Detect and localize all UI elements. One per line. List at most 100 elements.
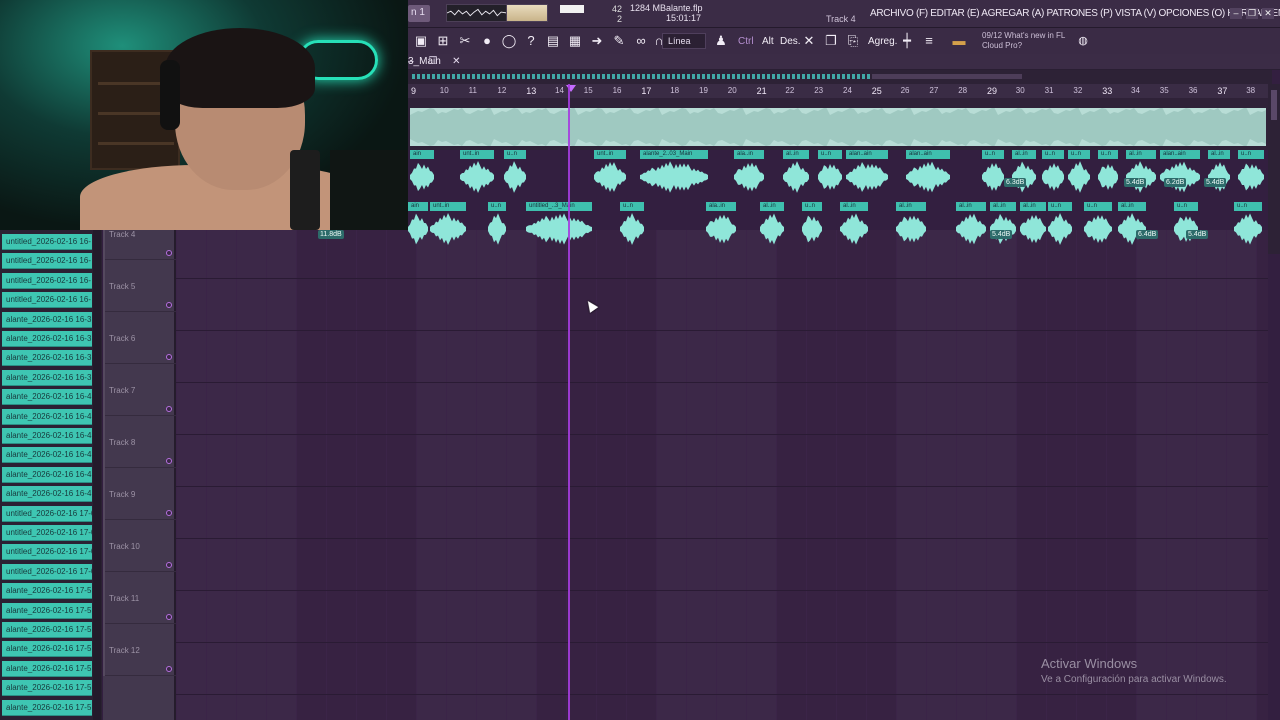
globe-icon[interactable]: ◍ (1074, 32, 1092, 50)
news-panel[interactable]: 09/12 What's new in FL Cloud Pro? (982, 31, 1065, 51)
clip-label[interactable]: alan..ain (1160, 150, 1200, 159)
clip-label[interactable]: unt..in (430, 202, 466, 211)
close-button[interactable]: ✕ (1262, 8, 1274, 19)
audio-clip[interactable]: u..n (818, 150, 842, 196)
clip-label[interactable]: unt..in (594, 150, 626, 159)
clip-label[interactable]: u..n (1174, 202, 1198, 211)
browser-item[interactable]: alante_2026-02-16 16-4 (2, 466, 92, 483)
browser-item[interactable]: untitled_2026-02-16 16- (2, 253, 92, 270)
clip-label[interactable]: al..in (896, 202, 926, 211)
clip-label[interactable]: alante_2..03_Main (640, 150, 708, 159)
browser-item[interactable]: untitled_2026-02-16 17-0 (2, 563, 92, 580)
audio-clip[interactable]: u..n (1234, 202, 1262, 248)
keyboard-icon[interactable]: ▦ (566, 32, 584, 50)
maximize-button[interactable]: ❐ (1246, 8, 1258, 19)
audio-clip[interactable]: u..n (1238, 150, 1264, 196)
pattern-selector[interactable]: n 1 (408, 5, 430, 22)
track-header[interactable]: Track 8 (103, 416, 176, 468)
clip-label[interactable]: u..n (1084, 202, 1112, 211)
audio-clip[interactable]: alan..ain (846, 150, 888, 196)
arrow-icon[interactable]: ➜ (588, 32, 606, 50)
audio-clip[interactable]: al..in (956, 202, 986, 248)
audio-clip[interactable]: u..n (802, 202, 822, 248)
clip-label[interactable]: al..in (840, 202, 868, 211)
audio-clip[interactable]: u..n (1048, 202, 1072, 248)
track-header[interactable]: Track 5 (103, 260, 176, 312)
deselect-button[interactable]: Des. (778, 33, 803, 51)
track-header[interactable]: Track 9 (103, 468, 176, 520)
clip-label[interactable]: u..n (1068, 150, 1090, 159)
audio-clip[interactable]: alante_2..03_Main (640, 150, 708, 196)
audio-clip[interactable]: al..in (760, 202, 784, 248)
audio-clip[interactable]: al..in (896, 202, 926, 248)
minimize-button[interactable]: ‒ (1230, 8, 1242, 19)
audio-clip[interactable]: ain (410, 150, 434, 196)
copy-icon[interactable]: ❐ (822, 32, 840, 50)
track-mute-led-icon[interactable] (166, 510, 172, 516)
track-mute-led-icon[interactable] (166, 354, 172, 360)
clip-label[interactable]: al..in (1208, 150, 1230, 159)
audio-clip[interactable]: al..in (1020, 202, 1046, 248)
track-header[interactable]: Track 7 (103, 364, 176, 416)
clip-label[interactable]: unt..in (460, 150, 494, 159)
audio-clip[interactable]: u..n (1084, 202, 1112, 248)
full-length-audio-clip[interactable] (410, 107, 1266, 147)
clip-label[interactable]: untitled_..3_Main (526, 202, 592, 211)
audio-clip[interactable]: al..in (783, 150, 809, 196)
browser-item[interactable]: alante_2026-02-16 16-3 (2, 369, 92, 386)
browser-item[interactable]: alante_2026-02-16 17-5 (2, 641, 92, 658)
browser-item[interactable]: alante_2026-02-16 16-4 (2, 408, 92, 425)
clip-label[interactable]: al..in (760, 202, 784, 211)
browser-item[interactable]: alante_2026-02-16 17-5 (2, 680, 92, 697)
clip-label[interactable]: u..n (1042, 150, 1064, 159)
link-icon[interactable]: ∞ (632, 32, 650, 50)
clip-label[interactable]: ain (410, 150, 434, 159)
browser-item[interactable]: untitled_2026-02-16 17-0 (2, 544, 92, 561)
paste-icon[interactable]: ⎘ (844, 32, 862, 50)
audio-clip[interactable]: ala..in (734, 150, 764, 196)
cut-icon[interactable]: ✂ (456, 32, 474, 50)
audio-clip[interactable]: u..n (1098, 150, 1118, 196)
clip-label[interactable]: ala..in (706, 202, 736, 211)
browser-item[interactable]: alante_2026-02-16 16-4 (2, 486, 92, 503)
timeline-ruler[interactable]: 9 10 11 12 13 14 15 16 17 18 19 20 21 22 23 24 25 26 27 28 2… (408, 84, 1268, 98)
audio-clip[interactable]: al..in (1126, 150, 1156, 196)
audio-clip[interactable]: al..in (1208, 150, 1230, 196)
track-mute-led-icon[interactable] (166, 250, 172, 256)
clip-label[interactable]: al..in (956, 202, 986, 211)
browser-icon[interactable]: ≡ (920, 32, 938, 50)
track-name[interactable]: Track 10 (109, 542, 140, 551)
audio-clip[interactable]: untitled_..3_Main (526, 202, 592, 248)
track-mute-led-icon[interactable] (166, 406, 172, 412)
browser-item[interactable]: untitled_2026-02-16 16- (2, 292, 92, 309)
delete-icon[interactable]: ✕ (800, 32, 818, 50)
browser-item[interactable]: untitled_2026-02-16 17-0 (2, 525, 92, 541)
clip-label[interactable]: al..in (1126, 150, 1156, 159)
track-mute-led-icon[interactable] (166, 458, 172, 464)
snap-selector[interactable]: Línea (662, 33, 706, 49)
clip-label[interactable]: al..in (1012, 150, 1036, 159)
browser-item[interactable]: alante_2026-02-16 17-5 (2, 699, 92, 716)
audio-clip[interactable]: alan..ain (1160, 150, 1200, 196)
audio-clip[interactable]: al..in (1118, 202, 1146, 248)
browser-item[interactable]: alante_2026-02-16 17-5 (2, 583, 92, 600)
vertical-scroll-thumb[interactable] (1271, 90, 1277, 120)
pattern-icon[interactable]: ⊞ (434, 32, 452, 50)
browser-item[interactable]: untitled_2026-02-16 16- (2, 272, 92, 289)
browser-item[interactable]: alante_2026-02-16 17-5 (2, 622, 92, 638)
mixer-icon[interactable]: ┿ (898, 32, 916, 50)
clip-label[interactable]: alan..ain (846, 150, 888, 159)
browser-item[interactable]: alante_2026-02-16 16-4 (2, 447, 92, 464)
track-mute-led-icon[interactable] (166, 614, 172, 620)
clip-label[interactable]: u..n (488, 202, 506, 211)
clip-label[interactable]: u..n (802, 202, 822, 211)
clip-label[interactable]: al..in (1020, 202, 1046, 211)
chat-icon[interactable]: ◯ (500, 32, 518, 50)
tempo-slider[interactable]: ▬ (948, 32, 970, 50)
track-name[interactable]: Track 7 (109, 386, 135, 395)
audio-clip[interactable]: u..n (504, 150, 526, 196)
track-name[interactable]: Track 11 (109, 594, 139, 603)
pencil-icon[interactable]: ✎ (610, 32, 628, 50)
main-menu[interactable]: ARCHIVO (F) EDITAR (E) AGREGAR (A) PATRO… (870, 8, 1280, 19)
clip-label[interactable]: u..n (504, 150, 526, 159)
